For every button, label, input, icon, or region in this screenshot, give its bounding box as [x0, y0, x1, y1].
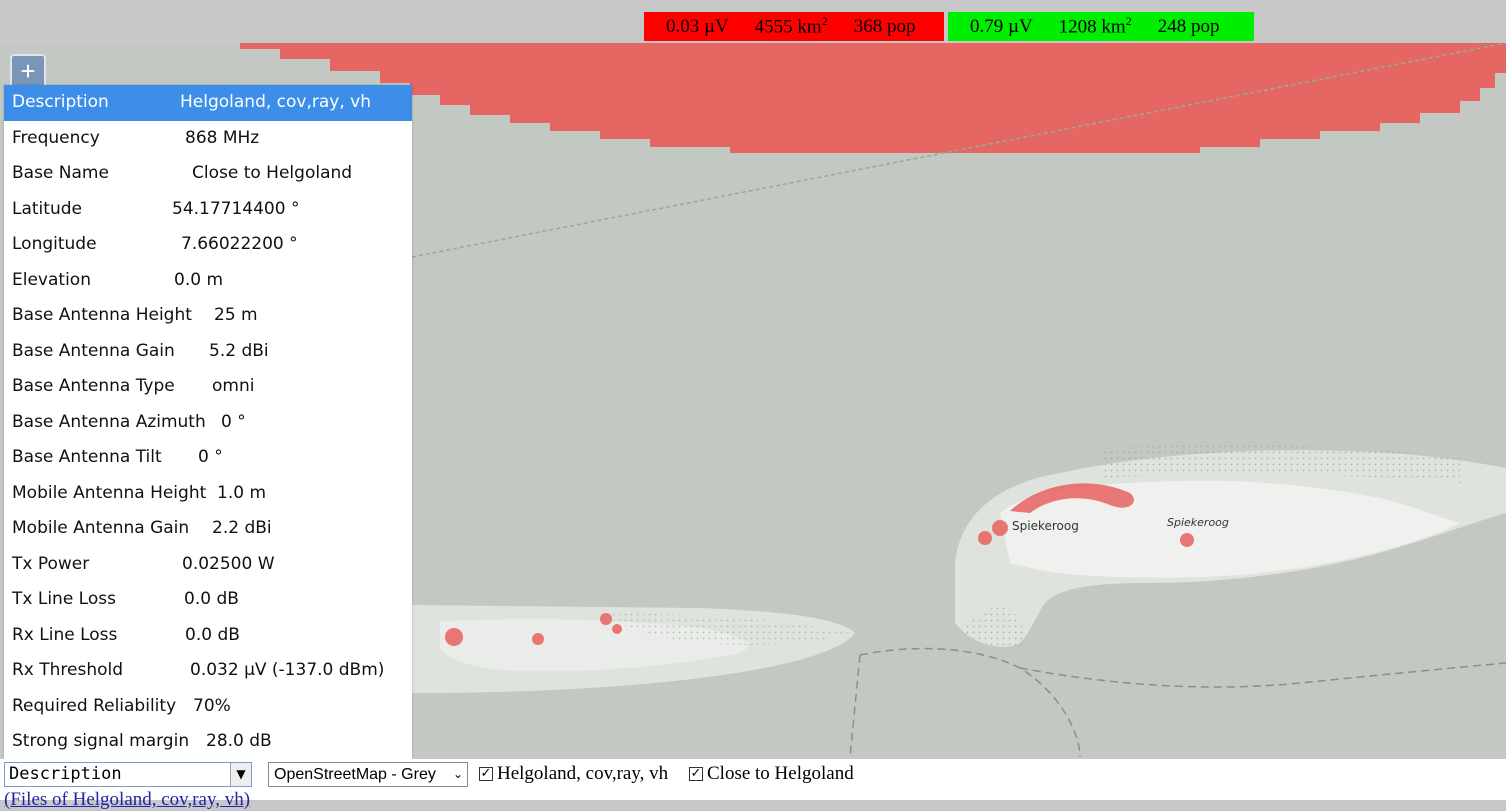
- basemap-select-value: OpenStreetMap - Grey: [274, 766, 436, 783]
- info-row: Longitude 7.66022200 °: [12, 234, 298, 254]
- coverage-area-strong: [240, 43, 1506, 153]
- info-row: Base Antenna Azimuth 0 °: [12, 411, 246, 432]
- chevron-down-icon[interactable]: ⌄: [453, 763, 463, 786]
- info-row: Base Antenna Type omni: [12, 376, 255, 396]
- legend-red: 0.03 µV 4555 km2 368 pop: [644, 12, 944, 41]
- checkbox-icon[interactable]: ✓: [689, 767, 703, 781]
- map-label-spiekeroog-town: Spiekeroog: [1012, 519, 1079, 533]
- layer-checkbox-coverage-label: Helgoland, cov,ray, vh: [497, 763, 669, 784]
- chevron-down-icon[interactable]: ▼: [230, 763, 251, 786]
- map-label-spiekeroog-island: Spiekeroog: [1167, 516, 1229, 529]
- legend-green: 0.79 µV 1208 km2 248 pop: [948, 12, 1254, 41]
- layer-checkbox-base-label: Close to Helgoland: [707, 763, 854, 784]
- legend-red-pop: 368 pop: [853, 15, 916, 37]
- legend-red-area: 4555 km2: [754, 14, 828, 38]
- info-row: Tx Line Loss 0.0 dB: [12, 589, 239, 609]
- layer-checkbox-coverage[interactable]: ✓ Helgoland, cov,ray, vh: [479, 763, 668, 785]
- info-value: Helgoland, cov,ray, vh: [180, 92, 371, 112]
- info-row: Base Name Close to Helgoland: [12, 163, 353, 183]
- info-row: Mobile Antenna Height 1.0 m: [12, 482, 266, 503]
- info-row: Mobile Antenna Gain 2.2 dBi: [12, 518, 272, 538]
- info-row: Base Antenna Gain 5.2 dBi: [12, 340, 269, 361]
- info-row: Base Antenna Tilt 0 °: [12, 447, 223, 467]
- info-row: Elevation 0.0 m: [12, 269, 223, 290]
- files-link[interactable]: (Files of Helgoland, cov,ray, vh): [4, 789, 250, 811]
- info-row-description: Description Helgoland, cov,ray, vh: [4, 85, 412, 121]
- layer-select[interactable]: Description ▼: [4, 762, 252, 787]
- legend-bar: 0.03 µV 4555 km2 368 pop 0.79 µV 1208 km…: [0, 0, 1506, 43]
- basemap-select[interactable]: OpenStreetMap - Grey ⌄: [268, 762, 468, 787]
- legend-red-voltage: 0.03 µV: [666, 15, 729, 37]
- info-row: Latitude 54.17714400 °: [12, 198, 300, 219]
- legend-green-voltage: 0.79 µV: [970, 15, 1033, 37]
- info-row: Strong signal margin 28.0 dB: [12, 731, 272, 751]
- ferry-line-2: [1019, 662, 1506, 688]
- legend-green-pop: 248 pop: [1157, 15, 1220, 37]
- checkbox-icon[interactable]: ✓: [479, 767, 493, 781]
- info-row: Tx Power 0.02500 W: [12, 553, 275, 574]
- info-row: Base Antenna Height 25 m: [12, 305, 258, 325]
- info-row: Rx Line Loss 0.0 dB: [12, 624, 240, 645]
- info-row: Frequency 868 MHz: [12, 127, 260, 148]
- info-row: Required Reliability 70%: [12, 695, 231, 716]
- info-panel: Description Helgoland, cov,ray, vh Frequ…: [4, 85, 412, 759]
- ferry-line-3: [849, 654, 861, 757]
- layer-checkbox-base[interactable]: ✓ Close to Helgoland: [689, 763, 854, 785]
- layer-select-value: Description: [9, 764, 122, 784]
- legend-green-area: 1208 km2: [1058, 14, 1132, 38]
- info-row: Rx Threshold 0.032 µV (-137.0 dBm): [12, 660, 385, 680]
- ferry-line-1: [859, 647, 1081, 757]
- info-key: Description: [12, 92, 109, 112]
